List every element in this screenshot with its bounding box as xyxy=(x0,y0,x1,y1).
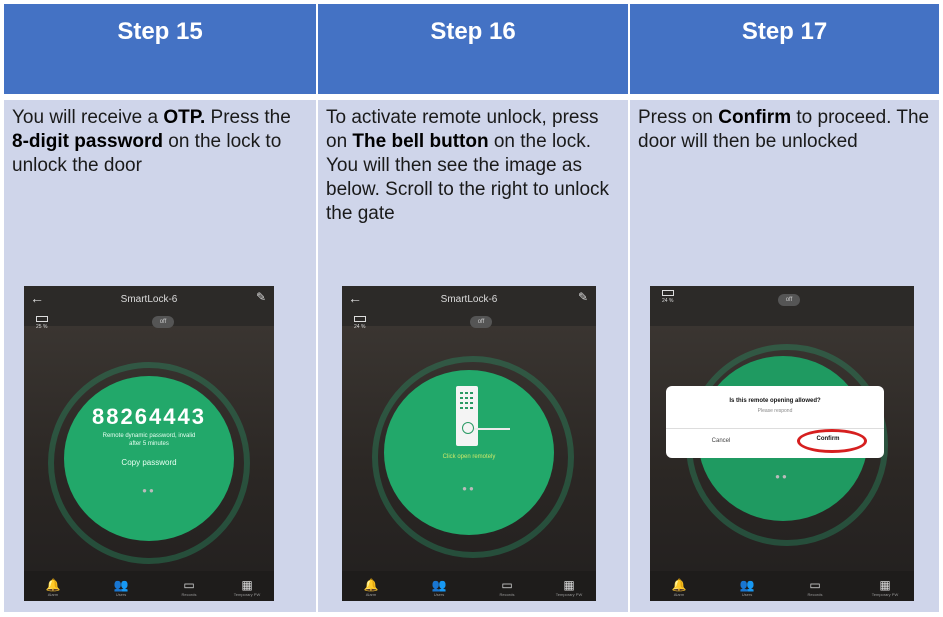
step-15-phone-screenshot: ← SmartLock-6 ✎ 25 % off 88264443 Remote… xyxy=(24,286,274,601)
cancel-button[interactable]: Cancel xyxy=(686,438,756,444)
step-16-header: Step 16 xyxy=(318,4,628,94)
step-15-panel: You will receive a OTP. Press the 8-digi… xyxy=(4,100,316,612)
page-dots: ●● xyxy=(142,486,156,495)
step-16-column: Step 16 To activate remote unlock, press… xyxy=(318,4,628,612)
battery-icon xyxy=(662,290,674,296)
page-dots: ●● xyxy=(775,472,789,481)
step-16-instructions: To activate remote unlock, press on The … xyxy=(326,107,610,224)
tab-alarm[interactable]: 🔔 Alarm xyxy=(346,578,396,597)
click-open-remotely-hint: Click open remotely xyxy=(442,454,496,460)
power-toggle[interactable]: off xyxy=(778,294,800,306)
tab-temporary-pw[interactable]: ▦ Temporary PW xyxy=(222,578,272,597)
tab-bar: 🔔 Alarm 👥 Users ▭ Records ▦ Temporary PW xyxy=(650,571,914,601)
step-17-panel: Press on Confirm to proceed. The door wi… xyxy=(630,100,939,612)
otp-code: 88264443 xyxy=(92,404,206,429)
step-15-column: Step 15 You will receive a OTP. Press th… xyxy=(4,4,316,612)
step-17-phone-screenshot: 24 % off Is this remote opening allowed?… xyxy=(650,286,914,601)
step-17-header: Step 17 xyxy=(630,4,939,94)
tab-temporary-pw[interactable]: ▦ Temporary PW xyxy=(544,578,594,597)
tab-records[interactable]: ▭ Records xyxy=(164,578,214,597)
tab-users[interactable]: 👥 Users xyxy=(722,578,772,597)
battery-indicator: 24 % xyxy=(354,316,366,330)
battery-indicator: 25 % xyxy=(36,316,48,330)
dialog-prompt: Please respond xyxy=(757,408,793,414)
step-15-instructions: You will receive a OTP. Press the 8-digi… xyxy=(12,107,291,176)
tab-users[interactable]: 👥 Users xyxy=(414,578,464,597)
tab-temporary-pw[interactable]: ▦ Temporary PW xyxy=(860,578,910,597)
edit-icon[interactable]: ✎ xyxy=(578,290,588,304)
app-title: SmartLock-6 xyxy=(120,294,178,305)
tab-bar: 🔔 Alarm 👥 Users ▭ Records ▦ Temporary PW xyxy=(24,571,274,601)
remote-opening-dialog: Is this remote opening allowed? Please r… xyxy=(666,386,884,458)
otp-note-line2: after 5 minutes xyxy=(129,441,169,447)
power-toggle[interactable]: off xyxy=(470,316,492,328)
door-lock-icon xyxy=(456,386,478,446)
tab-alarm[interactable]: 🔔 Alarm xyxy=(654,578,704,597)
tab-users[interactable]: 👥 Users xyxy=(96,578,146,597)
tab-records[interactable]: ▭ Records xyxy=(790,578,840,597)
confirm-highlight-circle xyxy=(797,429,867,453)
step-16-panel: To activate remote unlock, press on The … xyxy=(318,100,628,612)
power-toggle[interactable]: off xyxy=(152,316,174,328)
page-dots: ●● xyxy=(462,484,476,493)
step-15-header: Step 15 xyxy=(4,4,316,94)
step-16-phone-screenshot: ← SmartLock-6 ✎ 24 % off Click open remo… xyxy=(342,286,596,601)
step-17-column: Step 17 Press on Confirm to proceed. The… xyxy=(630,4,939,612)
battery-indicator: 24 % xyxy=(662,290,674,304)
battery-icon xyxy=(354,316,366,322)
tab-alarm[interactable]: 🔔 Alarm xyxy=(28,578,78,597)
otp-note-line1: Remote dynamic password, invalid xyxy=(102,433,196,439)
dialog-question: Is this remote opening allowed? xyxy=(729,398,821,404)
tab-records[interactable]: ▭ Records xyxy=(482,578,532,597)
tab-bar: 🔔 Alarm 👥 Users ▭ Records ▦ Temporary PW xyxy=(342,571,596,601)
edit-icon[interactable]: ✎ xyxy=(256,290,266,304)
step-17-instructions: Press on Confirm to proceed. The door wi… xyxy=(638,107,930,152)
copy-password-button[interactable]: Copy password xyxy=(24,458,274,467)
battery-icon xyxy=(36,316,48,322)
app-title: SmartLock-6 xyxy=(440,294,498,305)
